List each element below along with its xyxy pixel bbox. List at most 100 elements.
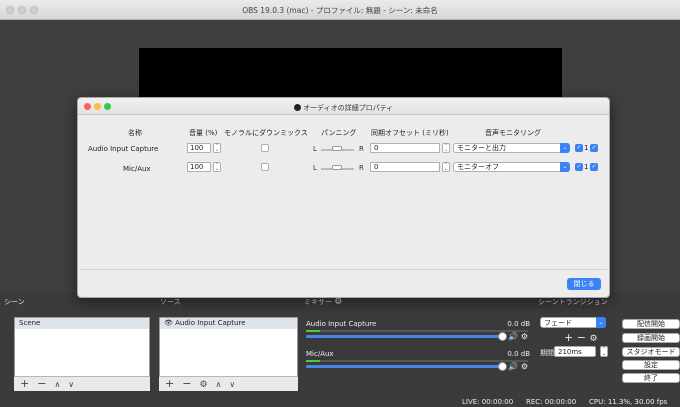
- col-header-monitoring: 音声モニタリング: [485, 129, 541, 137]
- chevron-down-icon: ⌄: [560, 143, 570, 153]
- dialog-titlebar: オーディオの詳細プロパティ: [78, 98, 609, 115]
- move-up-icon[interactable]: ∧: [216, 380, 222, 389]
- volume-slider-handle[interactable]: [498, 362, 507, 371]
- live-status: LIVE: 00:00:00: [462, 398, 514, 406]
- source-name: Audio Input Capture: [175, 319, 246, 327]
- volume-meter: [306, 360, 528, 362]
- studio-mode-button[interactable]: スタジオモード: [622, 347, 680, 357]
- advanced-audio-properties-dialog: オーディオの詳細プロパティ 名称 音量 (%) モノラルにダウンミックス パンニ…: [77, 97, 610, 298]
- scenes-toolbar: + − ∧ ∨: [14, 376, 150, 391]
- volume-stepper[interactable]: ⌃ ⌄: [213, 143, 221, 153]
- eye-icon[interactable]: 👁: [164, 319, 173, 327]
- mixer-channel-db: 0.0 dB: [507, 320, 530, 328]
- duration-label: 期間: [540, 349, 554, 357]
- track-number: 1: [584, 144, 589, 152]
- volume-input[interactable]: 100: [187, 162, 211, 172]
- add-transition-icon[interactable]: +: [564, 331, 573, 344]
- mixer-panel: Audio Input Capture 0.0 dB 🔊 ⚙ Mic/Aux 0…: [304, 315, 530, 391]
- volume-slider[interactable]: [306, 365, 502, 368]
- remove-transition-icon[interactable]: −: [577, 331, 586, 344]
- move-down-icon[interactable]: ∨: [229, 380, 235, 389]
- start-recording-button[interactable]: 録画開始: [622, 333, 680, 343]
- volume-meter: [306, 330, 528, 332]
- mixer-channel-db: 0.0 dB: [507, 350, 530, 358]
- mixer-channel-name: Audio Input Capture: [306, 320, 377, 328]
- mono-checkbox[interactable]: [261, 144, 269, 152]
- track-checkbox[interactable]: ✓: [590, 144, 598, 152]
- track-number: 1: [584, 163, 589, 171]
- col-header-panning: パンニング: [321, 129, 357, 137]
- window-title: OBS 19.0.3 (mac) - プロファイル: 無題 - シーン: 未命名: [242, 6, 438, 15]
- source-list-item[interactable]: 👁 Audio Input Capture: [160, 318, 297, 329]
- cpu-status: CPU: 11.3%, 30.00 fps: [589, 398, 668, 406]
- move-down-icon[interactable]: ∨: [68, 380, 74, 389]
- dialog-separator: [80, 269, 607, 270]
- dialog-title: オーディオの詳細プロパティ: [78, 103, 609, 113]
- scene-list-item[interactable]: Scene: [15, 318, 149, 329]
- add-scene-icon[interactable]: +: [20, 377, 29, 390]
- pan-right-label: R: [359, 164, 364, 172]
- status-bar: LIVE: 00:00:00 REC: 00:00:00 CPU: 11.3%,…: [0, 396, 680, 407]
- sync-offset-stepper[interactable]: ⌃ ⌄: [442, 143, 450, 153]
- row-source-name: Mic/Aux: [123, 165, 151, 173]
- duration-value: 210ms: [558, 348, 582, 356]
- move-up-icon[interactable]: ∧: [54, 380, 60, 389]
- pan-slider-handle[interactable]: [332, 165, 342, 170]
- pan-left-label: L: [313, 145, 317, 153]
- monitoring-value: モニターと出力: [457, 144, 506, 152]
- mixer-channel-controls: 🔊 ⚙: [508, 362, 528, 371]
- transition-select[interactable]: フェード ⌄: [540, 317, 606, 328]
- settings-button[interactable]: 設定: [622, 360, 680, 370]
- pan-right-label: R: [359, 145, 364, 153]
- track-checkbox[interactable]: ✓: [590, 163, 598, 171]
- transition-selected: フェード: [544, 319, 572, 327]
- sources-toolbar: + − ⚙ ∧ ∨: [159, 376, 298, 391]
- mixer-header-label: ミキサー: [304, 298, 332, 306]
- gear-icon[interactable]: ⚙: [521, 332, 528, 341]
- remove-scene-icon[interactable]: −: [37, 377, 46, 390]
- scenes-header: シーン: [4, 298, 25, 306]
- sync-offset-input[interactable]: 0: [370, 162, 440, 172]
- sync-offset-stepper[interactable]: ⌃ ⌄: [442, 162, 450, 172]
- track-checkbox[interactable]: ✓: [575, 163, 583, 171]
- col-header-sync-offset: 同期オフセット (ミリ秒): [371, 129, 449, 137]
- window-titlebar: OBS 19.0.3 (mac) - プロファイル: 無題 - シーン: 未命名: [0, 0, 680, 20]
- pan-slider-handle[interactable]: [332, 146, 342, 151]
- speaker-icon[interactable]: 🔊: [508, 332, 518, 341]
- exit-button[interactable]: 終了: [622, 373, 680, 383]
- mixer-channel-controls: 🔊 ⚙: [508, 332, 528, 341]
- col-header-mono: モノラルにダウンミックス: [224, 129, 308, 137]
- gear-icon[interactable]: ⚙: [521, 362, 528, 371]
- mixer-channel-name: Mic/Aux: [306, 350, 334, 358]
- sync-offset-input[interactable]: 0: [370, 143, 440, 153]
- row-source-name: Audio Input Capture: [88, 145, 159, 153]
- col-header-name: 名称: [128, 129, 142, 137]
- remove-source-icon[interactable]: −: [182, 377, 191, 390]
- transition-settings-icon[interactable]: ⚙: [589, 334, 597, 344]
- track-checkbox[interactable]: ✓: [575, 144, 583, 152]
- chevron-down-icon: ⌄: [560, 162, 570, 172]
- monitoring-select[interactable]: モニターと出力 ⌄: [453, 143, 570, 153]
- pan-left-label: L: [313, 164, 317, 172]
- speaker-icon[interactable]: 🔊: [508, 362, 518, 371]
- volume-slider[interactable]: [306, 335, 502, 338]
- source-settings-icon[interactable]: ⚙: [199, 380, 207, 390]
- transitions-panel: フェード ⌄ + − ⚙ 期間 210ms ⌃ ⌄: [538, 315, 618, 391]
- monitoring-select[interactable]: モニターオフ ⌄: [453, 162, 570, 172]
- sources-header: ソース: [160, 298, 181, 306]
- transitions-header: シーントランジション: [538, 298, 608, 306]
- dialog-title-text: オーディオの詳細プロパティ: [303, 104, 394, 112]
- mono-checkbox[interactable]: [261, 163, 269, 171]
- volume-input[interactable]: 100: [187, 143, 211, 153]
- mixer-header: ミキサー ⚙: [304, 297, 342, 311]
- transition-buttons: + − ⚙: [564, 331, 598, 344]
- duration-input[interactable]: 210ms: [554, 346, 596, 357]
- close-button[interactable]: 閉じる: [567, 278, 601, 290]
- volume-slider-handle[interactable]: [498, 332, 507, 341]
- duration-stepper[interactable]: ⌃ ⌄: [600, 346, 608, 357]
- volume-stepper[interactable]: ⌃ ⌄: [213, 162, 221, 172]
- add-source-icon[interactable]: +: [165, 377, 174, 390]
- obs-logo-icon: [293, 104, 301, 111]
- gear-icon[interactable]: ⚙: [334, 297, 342, 307]
- start-streaming-button[interactable]: 配信開始: [622, 319, 680, 329]
